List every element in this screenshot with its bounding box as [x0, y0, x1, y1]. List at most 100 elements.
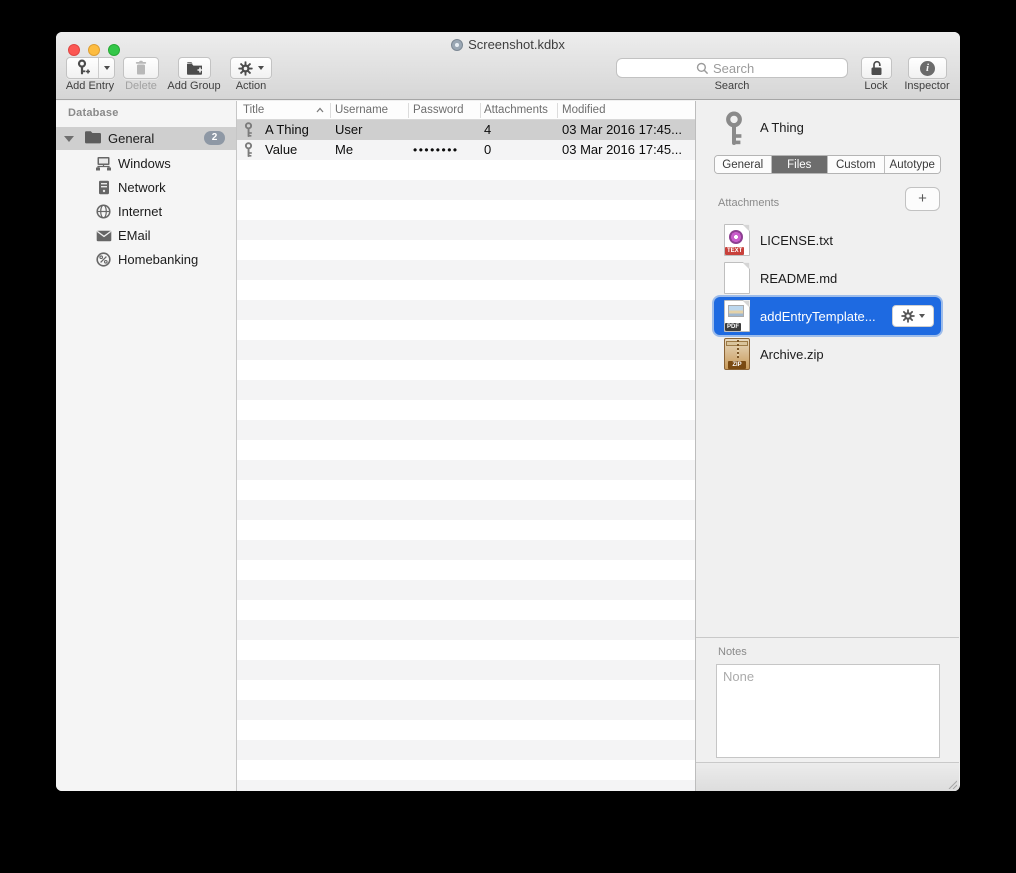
- delete-button[interactable]: [123, 57, 159, 79]
- cell-username: User: [335, 120, 362, 140]
- search-field[interactable]: [616, 58, 848, 78]
- disclosure-triangle-icon[interactable]: [64, 136, 74, 142]
- sidebar: Database General 2: [56, 101, 237, 791]
- attachment-action-button[interactable]: [892, 305, 934, 327]
- add-entry-label: Add Entry: [66, 80, 114, 92]
- column-divider: [408, 103, 409, 118]
- entry-count-badge: 2: [204, 131, 225, 145]
- chevron-down-icon: [104, 66, 110, 70]
- tab-custom[interactable]: Custom: [828, 156, 885, 173]
- action-button[interactable]: [230, 57, 272, 79]
- pdf-thumbnail: [728, 305, 744, 317]
- cell-modified: 03 Mar 2016 17:45...: [562, 140, 682, 160]
- attachment-name: Archive.zip: [760, 347, 824, 362]
- add-attachment-button[interactable]: +: [905, 187, 940, 211]
- zip-file-icon: ZIP: [724, 338, 750, 370]
- search-icon: [696, 62, 709, 75]
- server-icon: [94, 180, 113, 195]
- add-entry-button[interactable]: [66, 57, 115, 79]
- chevron-down-icon: [919, 314, 925, 318]
- attachment-row[interactable]: ZIP Archive.zip: [714, 335, 941, 373]
- resize-grip[interactable]: [947, 779, 957, 789]
- column-header-title[interactable]: Title: [243, 101, 264, 120]
- cell-attachments: 0: [484, 140, 491, 160]
- delete-label: Delete: [125, 80, 157, 92]
- column-header-password[interactable]: Password: [413, 101, 464, 120]
- percent-circle-icon: [94, 252, 113, 267]
- column-divider: [480, 103, 481, 118]
- flower-thumbnail: [729, 230, 743, 244]
- attachment-row-selected[interactable]: PDF addEntryTemplate....: [714, 297, 941, 335]
- tab-autotype[interactable]: Autotype: [885, 156, 941, 173]
- window-title-text: Screenshot.kdbx: [468, 37, 565, 52]
- column-header-username[interactable]: Username: [335, 101, 388, 120]
- unlock-icon: [869, 60, 884, 76]
- sidebar-item-internet[interactable]: Internet: [56, 200, 236, 223]
- info-icon: i: [920, 61, 935, 76]
- sidebar-item-email[interactable]: EMail: [56, 224, 236, 247]
- add-group-label: Add Group: [167, 80, 220, 92]
- attachment-name: LICENSE.txt: [760, 233, 833, 248]
- document-file-icon: [724, 262, 750, 294]
- entry-key-icon: [722, 111, 748, 147]
- sidebar-item-label: EMail: [118, 228, 151, 243]
- divider: [696, 637, 959, 638]
- globe-icon: [94, 204, 113, 219]
- cell-title: A Thing: [265, 120, 309, 140]
- sidebar-item-general[interactable]: General 2: [56, 127, 236, 150]
- table-row[interactable]: A Thing User 4 03 Mar 2016 17:45...: [237, 120, 695, 140]
- sidebar-item-windows[interactable]: Windows: [56, 152, 236, 175]
- content-area: Database General 2: [56, 101, 960, 791]
- cell-attachments: 4: [484, 120, 491, 140]
- key-icon: [243, 122, 254, 138]
- sidebar-item-label: Homebanking: [118, 252, 198, 267]
- column-header-modified[interactable]: Modified: [562, 101, 605, 120]
- attachment-name: README.md: [760, 271, 837, 286]
- search-input[interactable]: [713, 61, 768, 76]
- gear-icon: [238, 61, 253, 76]
- attachment-name: addEntryTemplate....: [760, 309, 875, 324]
- zipper-graphic: [737, 340, 739, 358]
- inspector-button[interactable]: i: [908, 57, 947, 79]
- column-divider: [557, 103, 558, 118]
- inspector-label: Inspector: [904, 80, 949, 92]
- attachment-row[interactable]: README.md: [714, 259, 941, 297]
- trash-icon: [134, 60, 148, 76]
- windows-icon: [94, 156, 113, 171]
- lock-button[interactable]: [861, 57, 892, 79]
- cell-title: Value: [265, 140, 297, 160]
- action-label: Action: [236, 80, 267, 92]
- lock-label: Lock: [864, 80, 887, 92]
- column-header-attachments[interactable]: Attachments: [484, 101, 548, 120]
- entry-table: Title Username Password Attachments Modi…: [237, 101, 695, 791]
- cell-username: Me: [335, 140, 353, 160]
- titlebar-toolbar: Screenshot.kdbx Add Entry Delet: [56, 32, 960, 100]
- tab-general[interactable]: General: [715, 156, 772, 173]
- key-icon: [243, 142, 254, 158]
- gear-icon: [901, 309, 915, 323]
- table-body[interactable]: A Thing User 4 03 Mar 2016 17:45... Valu…: [237, 120, 695, 791]
- notes-textarea[interactable]: [716, 664, 940, 758]
- sidebar-item-homebanking[interactable]: Homebanking: [56, 248, 236, 271]
- sidebar-item-label: General: [108, 131, 154, 146]
- sidebar-item-label: Internet: [118, 204, 162, 219]
- add-entry-dropdown[interactable]: [99, 58, 114, 78]
- chevron-down-icon: [258, 66, 264, 70]
- attachment-row[interactable]: TEXT LICENSE.txt: [714, 221, 941, 259]
- add-group-button[interactable]: [178, 57, 211, 79]
- tab-files[interactable]: Files: [772, 156, 829, 173]
- document-proxy-icon: [451, 39, 463, 51]
- file-type-tag: ZIP: [728, 361, 746, 369]
- folder-plus-icon: [186, 61, 203, 75]
- text-file-icon: TEXT: [724, 224, 750, 256]
- inspector-panel: A Thing General Files Custom Autotype At…: [695, 101, 959, 791]
- window-title: Screenshot.kdbx: [56, 37, 960, 52]
- inspector-tabs: General Files Custom Autotype: [714, 155, 941, 174]
- attachments-section-label: Attachments: [718, 197, 779, 209]
- cell-modified: 03 Mar 2016 17:45...: [562, 120, 682, 140]
- table-row[interactable]: Value Me •••••••• 0 03 Mar 2016 17:45...: [237, 140, 695, 160]
- search-toolbar-label: Search: [715, 80, 750, 92]
- sort-ascending-icon: [316, 107, 324, 113]
- key-plus-icon[interactable]: [67, 58, 99, 78]
- sidebar-item-network[interactable]: Network: [56, 176, 236, 199]
